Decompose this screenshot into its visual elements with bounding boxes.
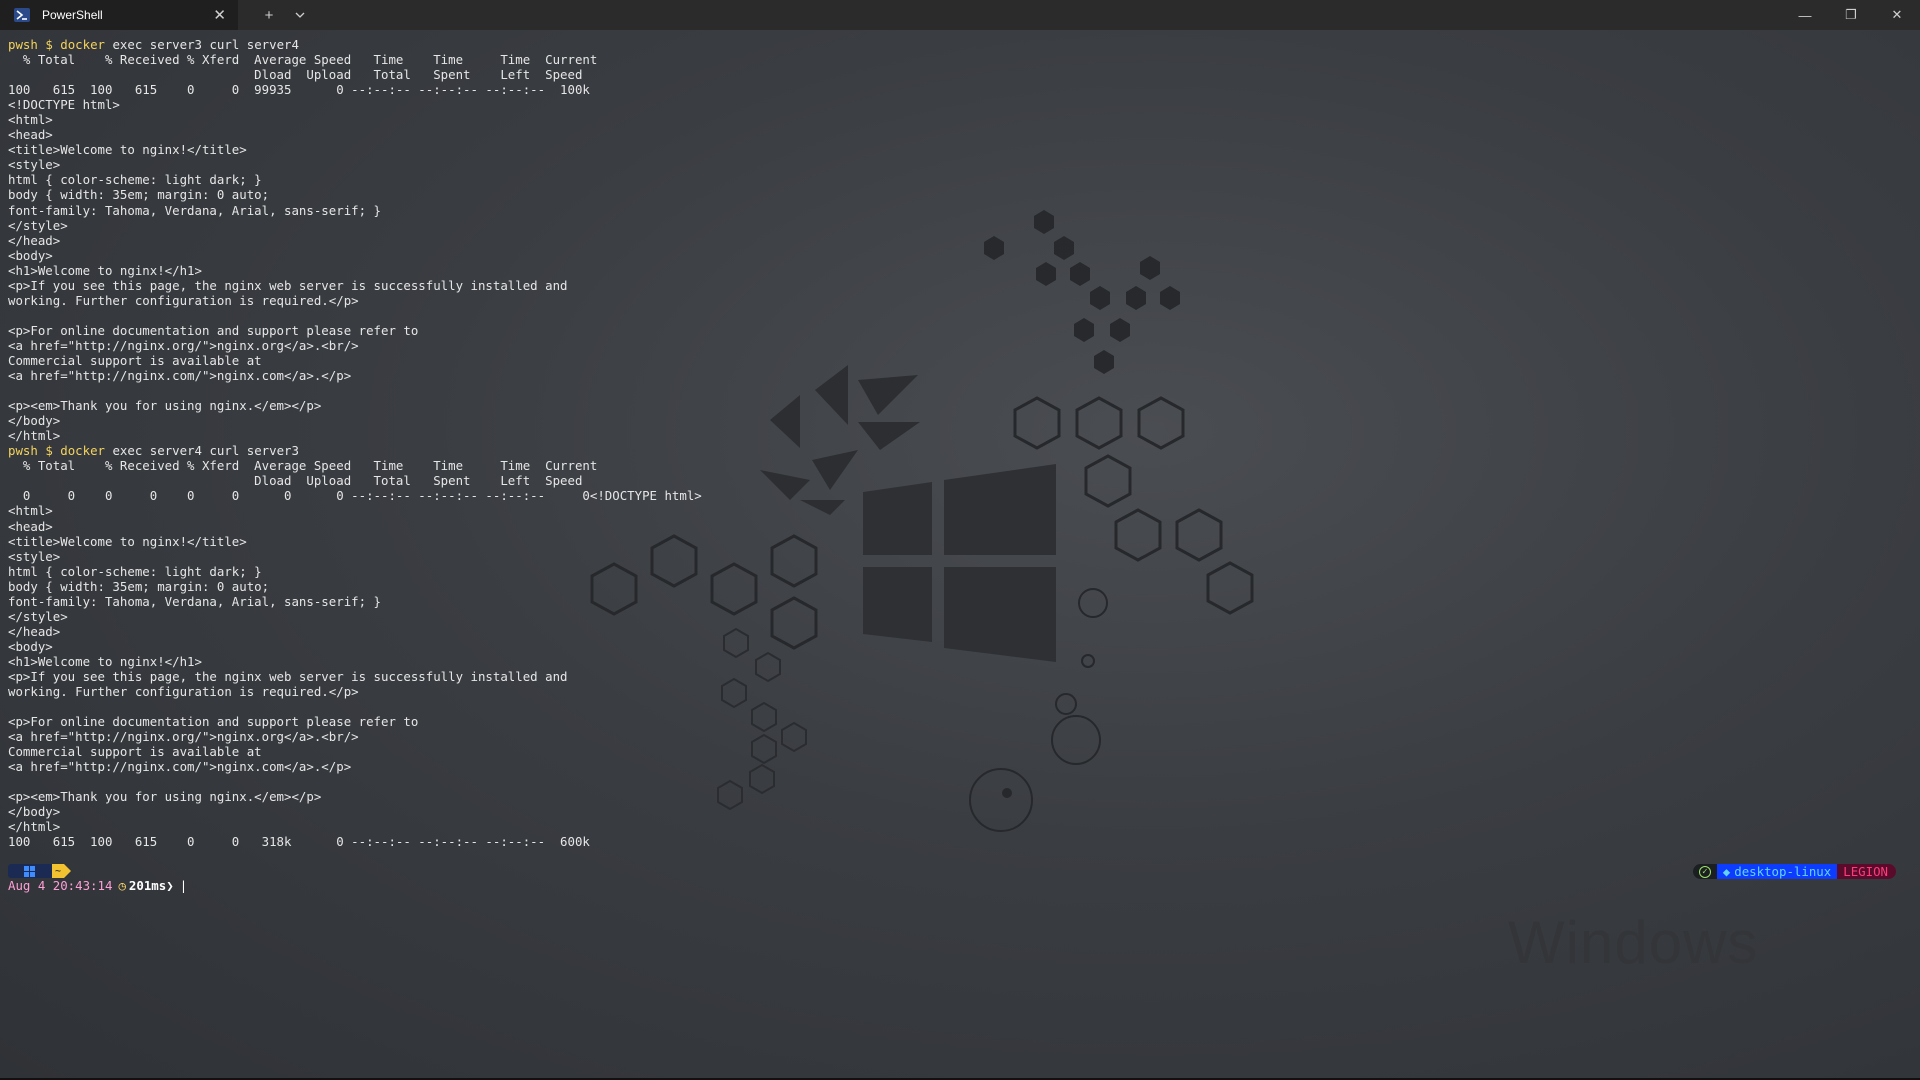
prompt-chevron-icon: ❯ (166, 878, 174, 893)
output-line: </head> (8, 623, 61, 639)
stopwatch-icon: ◷ (118, 878, 126, 893)
command-name: docker (60, 37, 106, 52)
output-line: </style> (8, 217, 68, 233)
output-line: <p><em>Thank you for using nginx.</em></… (8, 398, 322, 414)
command-args: exec server4 curl server3 (105, 443, 299, 459)
output-line: 100 615 100 615 0 0 318k 0 --:--:-- --:-… (8, 834, 590, 850)
prompt-symbol: $ (45, 37, 53, 52)
prompt-shell-name: pwsh (8, 37, 38, 52)
output-line: working. Further configuration is requir… (8, 292, 359, 308)
output-line: font-family: Tahoma, Verdana, Arial, san… (8, 202, 381, 218)
host-segment: LEGION (1837, 864, 1896, 879)
prompt-shell-name: pwsh (8, 443, 38, 459)
output-line: Dload Upload Total Spent Left Speed (8, 473, 583, 489)
output-line: <title>Welcome to nginx!</title> (8, 533, 247, 549)
windows-wordmark: Windows (1508, 909, 1759, 976)
output-line: <a href="http://nginx.org/">nginx.org</a… (8, 337, 359, 353)
output-line: <!DOCTYPE html> (8, 97, 120, 113)
output-line: working. Further configuration is requir… (8, 684, 359, 700)
close-window-button[interactable]: ✕ (1874, 0, 1920, 30)
output-line: <style> (8, 157, 61, 173)
window-controls: — ❐ ✕ (1782, 0, 1920, 30)
chevron-down-icon (295, 12, 305, 18)
output-line: <p>If you see this page, the nginx web s… (8, 277, 568, 293)
output-line: <p>If you see this page, the nginx web s… (8, 668, 568, 684)
prompt-status-line: Aug 4 20:43:14 ◷ 201ms ❯ | (8, 878, 187, 893)
output-line: Commercial support is available at (8, 744, 262, 760)
output-line: <body> (8, 247, 53, 263)
output-line: Commercial support is available at (8, 352, 262, 368)
segment-arrow (64, 864, 71, 878)
close-tab-icon[interactable]: ✕ (213, 6, 226, 24)
output-line: <head> (8, 518, 53, 534)
output-line: body { width: 35em; margin: 0 auto; (8, 578, 270, 594)
host-name: LEGION (1843, 864, 1888, 879)
output-line: <a href="http://nginx.com/">nginx.com</a… (8, 759, 352, 775)
output-line: <h1>Welcome to nginx!</h1> (8, 653, 202, 669)
command-args: exec server3 curl server4 (105, 37, 299, 52)
tab-dropdown-button[interactable] (288, 0, 312, 30)
output-line: 0 0 0 0 0 0 0 0 --:--:-- --:--:-- --:--:… (8, 488, 702, 504)
prompt-symbol: $ (45, 443, 53, 459)
output-line: <a href="http://nginx.org/">nginx.org</a… (8, 729, 359, 745)
new-tab-button[interactable]: + (250, 0, 288, 30)
title-bar: PowerShell ✕ + — ❐ ✕ (0, 0, 1920, 30)
command-line: pwsh $ docker exec server4 curl server3 (8, 443, 702, 458)
output-line: </head> (8, 232, 61, 248)
prompt-datetime: Aug 4 20:43:14 (8, 878, 113, 893)
output-line: <title>Welcome to nginx!</title> (8, 142, 247, 158)
docker-icon: ◆ (1722, 864, 1731, 879)
output-line: </style> (8, 608, 68, 624)
powershell-icon (14, 8, 30, 22)
prompt-segments: ~ (8, 864, 71, 878)
output-line: <html> (8, 112, 53, 128)
output-line: <p>For online documentation and support … (8, 322, 419, 338)
output-line: 100 615 100 615 0 0 99935 0 --:--:-- --:… (8, 82, 590, 98)
output-line: </body> (8, 413, 61, 429)
output-line: <body> (8, 638, 53, 654)
output-line: <head> (8, 127, 53, 143)
docker-context-segment: ◆ desktop-linux (1716, 864, 1838, 879)
output-line: <p>For online documentation and support … (8, 714, 419, 730)
status-segment: ✓ (1692, 864, 1717, 879)
output-line: <h1>Welcome to nginx!</h1> (8, 262, 202, 278)
output-line: font-family: Tahoma, Verdana, Arial, san… (8, 593, 381, 609)
home-path-segment: ~ (52, 864, 64, 878)
command-name: docker (60, 443, 106, 459)
docker-context: desktop-linux (1734, 864, 1832, 879)
os-segment (8, 864, 52, 878)
tab-powershell[interactable]: PowerShell ✕ (0, 0, 238, 30)
output-line: <style> (8, 548, 61, 564)
output-line: Dload Upload Total Spent Left Speed (8, 67, 583, 83)
windows-icon (24, 865, 35, 877)
output-line: </body> (8, 804, 61, 820)
minimize-button[interactable]: — (1782, 0, 1828, 30)
output-line: <p><em>Thank you for using nginx.</em></… (8, 789, 322, 805)
output-line: html { color-scheme: light dark; } (8, 563, 262, 579)
tab-title: PowerShell (42, 8, 103, 22)
output-line: body { width: 35em; margin: 0 auto; (8, 187, 270, 203)
output-line: % Total % Received % Xferd Average Speed… (8, 52, 598, 68)
maximize-button[interactable]: ❐ (1828, 0, 1874, 30)
output-line: <html> (8, 503, 53, 519)
output-line: </html> (8, 819, 61, 835)
output-line: % Total % Received % Xferd Average Speed… (8, 458, 598, 474)
output-line: html { color-scheme: light dark; } (8, 172, 262, 188)
terminal-output[interactable]: pwsh $ docker exec server3 curl server4 … (8, 37, 702, 850)
output-line: <a href="http://nginx.com/">nginx.com</a… (8, 368, 352, 384)
command-duration: 201ms (128, 878, 167, 893)
text-cursor[interactable]: | (180, 878, 187, 893)
command-line: pwsh $ docker exec server3 curl server4 (8, 37, 702, 52)
check-circle-icon: ✓ (1698, 865, 1711, 878)
output-line: </html> (8, 428, 61, 444)
right-prompt: ✓ ◆ desktop-linux LEGION (1692, 864, 1896, 879)
